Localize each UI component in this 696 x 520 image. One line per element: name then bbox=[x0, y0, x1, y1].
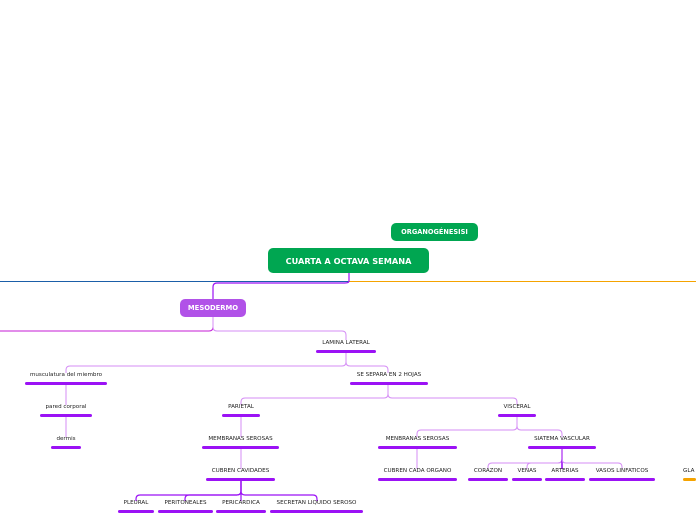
parietal-node[interactable]: PARIETAL bbox=[222, 404, 260, 417]
corazon-node[interactable]: CORAZON bbox=[468, 468, 508, 481]
lamina-lateral-node[interactable]: LAMINA LATERAL bbox=[316, 340, 376, 353]
node-underline bbox=[51, 446, 81, 449]
visceral-label: VISCERAL bbox=[503, 404, 531, 410]
se-separa-node[interactable]: SE SEPARA EN 2 HOJAS bbox=[350, 372, 428, 385]
node-underline bbox=[316, 350, 376, 353]
membranas-serosas-node[interactable]: MEMBRANAS SEROSAS bbox=[202, 436, 279, 449]
vasos-linfaticos-node[interactable]: VASOS LINFATICOS bbox=[589, 468, 655, 481]
node-underline bbox=[350, 382, 428, 385]
node-underline bbox=[222, 414, 260, 417]
node-underline bbox=[498, 414, 536, 417]
node-underline bbox=[528, 446, 596, 449]
visceral-node[interactable]: VISCERAL bbox=[498, 404, 536, 417]
pleural-label: PLEURAL bbox=[123, 500, 149, 506]
cubren-cada-organo-node[interactable]: CUBREN CADA ORGANO bbox=[378, 468, 457, 481]
node-underline bbox=[589, 478, 655, 481]
node-underline bbox=[206, 478, 275, 481]
membranas-serosas-label: MEMBRANAS SEROSAS bbox=[208, 436, 273, 442]
se-separa-label: SE SEPARA EN 2 HOJAS bbox=[356, 372, 422, 378]
venas-node[interactable]: VENAS bbox=[512, 468, 542, 481]
lamina-lateral-label: LAMINA LATERAL bbox=[322, 340, 370, 346]
cubren-cavidades-node[interactable]: CUBREN CAVIDADES bbox=[206, 468, 275, 481]
node-underline bbox=[118, 510, 154, 513]
organogenesis-node[interactable]: ORGANOGÉNESISI bbox=[391, 223, 478, 241]
pared-corporal-label: pared corporal bbox=[45, 404, 87, 410]
cut-off-node[interactable]: GLA bbox=[683, 468, 696, 481]
arterias-node[interactable]: ARTERIAS bbox=[545, 468, 585, 481]
cut-off-label: GLA bbox=[683, 468, 695, 474]
node-underline bbox=[683, 478, 696, 481]
node-underline bbox=[468, 478, 508, 481]
sistema-vascular-label: SIATEMA VASCULAR bbox=[534, 436, 590, 442]
node-underline bbox=[25, 382, 107, 385]
node-underline bbox=[378, 446, 457, 449]
node-underline bbox=[512, 478, 542, 481]
menbranas-serosas-label: MENBRANAS SEROSAS bbox=[385, 436, 450, 442]
cubren-cada-organo-label: CUBREN CADA ORGANO bbox=[383, 468, 452, 474]
node-underline bbox=[202, 446, 279, 449]
node-underline bbox=[378, 478, 457, 481]
pericardica-node[interactable]: PERICARDICA bbox=[216, 500, 266, 513]
cubren-cavidades-label: CUBREN CAVIDADES bbox=[211, 468, 270, 474]
menbranas-serosas-node[interactable]: MENBRANAS SEROSAS bbox=[378, 436, 457, 449]
arterias-label: ARTERIAS bbox=[551, 468, 579, 474]
dermis-label: dermis bbox=[56, 436, 76, 442]
node-underline bbox=[158, 510, 213, 513]
node-underline bbox=[40, 414, 92, 417]
pericardica-label: PERICARDICA bbox=[222, 500, 260, 506]
node-underline bbox=[270, 510, 363, 513]
pleural-node[interactable]: PLEURAL bbox=[118, 500, 154, 513]
secretan-liquido-node[interactable]: SECRETAN LIQUIDO SEROSO bbox=[270, 500, 363, 513]
parietal-label: PARIETAL bbox=[228, 404, 254, 410]
corazon-label: CORAZON bbox=[473, 468, 503, 474]
pared-corporal-node[interactable]: pared corporal bbox=[40, 404, 92, 417]
node-underline bbox=[216, 510, 266, 513]
dermis-node[interactable]: dermis bbox=[51, 436, 81, 449]
mesodermo-node[interactable]: MESODERMO bbox=[180, 299, 246, 317]
node-underline bbox=[545, 478, 585, 481]
musculatura-node[interactable]: musculatura del miembro bbox=[25, 372, 107, 385]
secretan-liquido-label: SECRETAN LIQUIDO SEROSO bbox=[276, 500, 357, 506]
peritoneales-node[interactable]: PERITONEALES bbox=[158, 500, 213, 513]
vasos-linfaticos-label: VASOS LINFATICOS bbox=[595, 468, 649, 474]
venas-label: VENAS bbox=[517, 468, 537, 474]
musculatura-label: musculatura del miembro bbox=[29, 372, 103, 378]
central-topic-node[interactable]: CUARTA A OCTAVA SEMANA bbox=[268, 248, 429, 273]
sistema-vascular-node[interactable]: SIATEMA VASCULAR bbox=[528, 436, 596, 449]
peritoneales-label: PERITONEALES bbox=[164, 500, 207, 506]
